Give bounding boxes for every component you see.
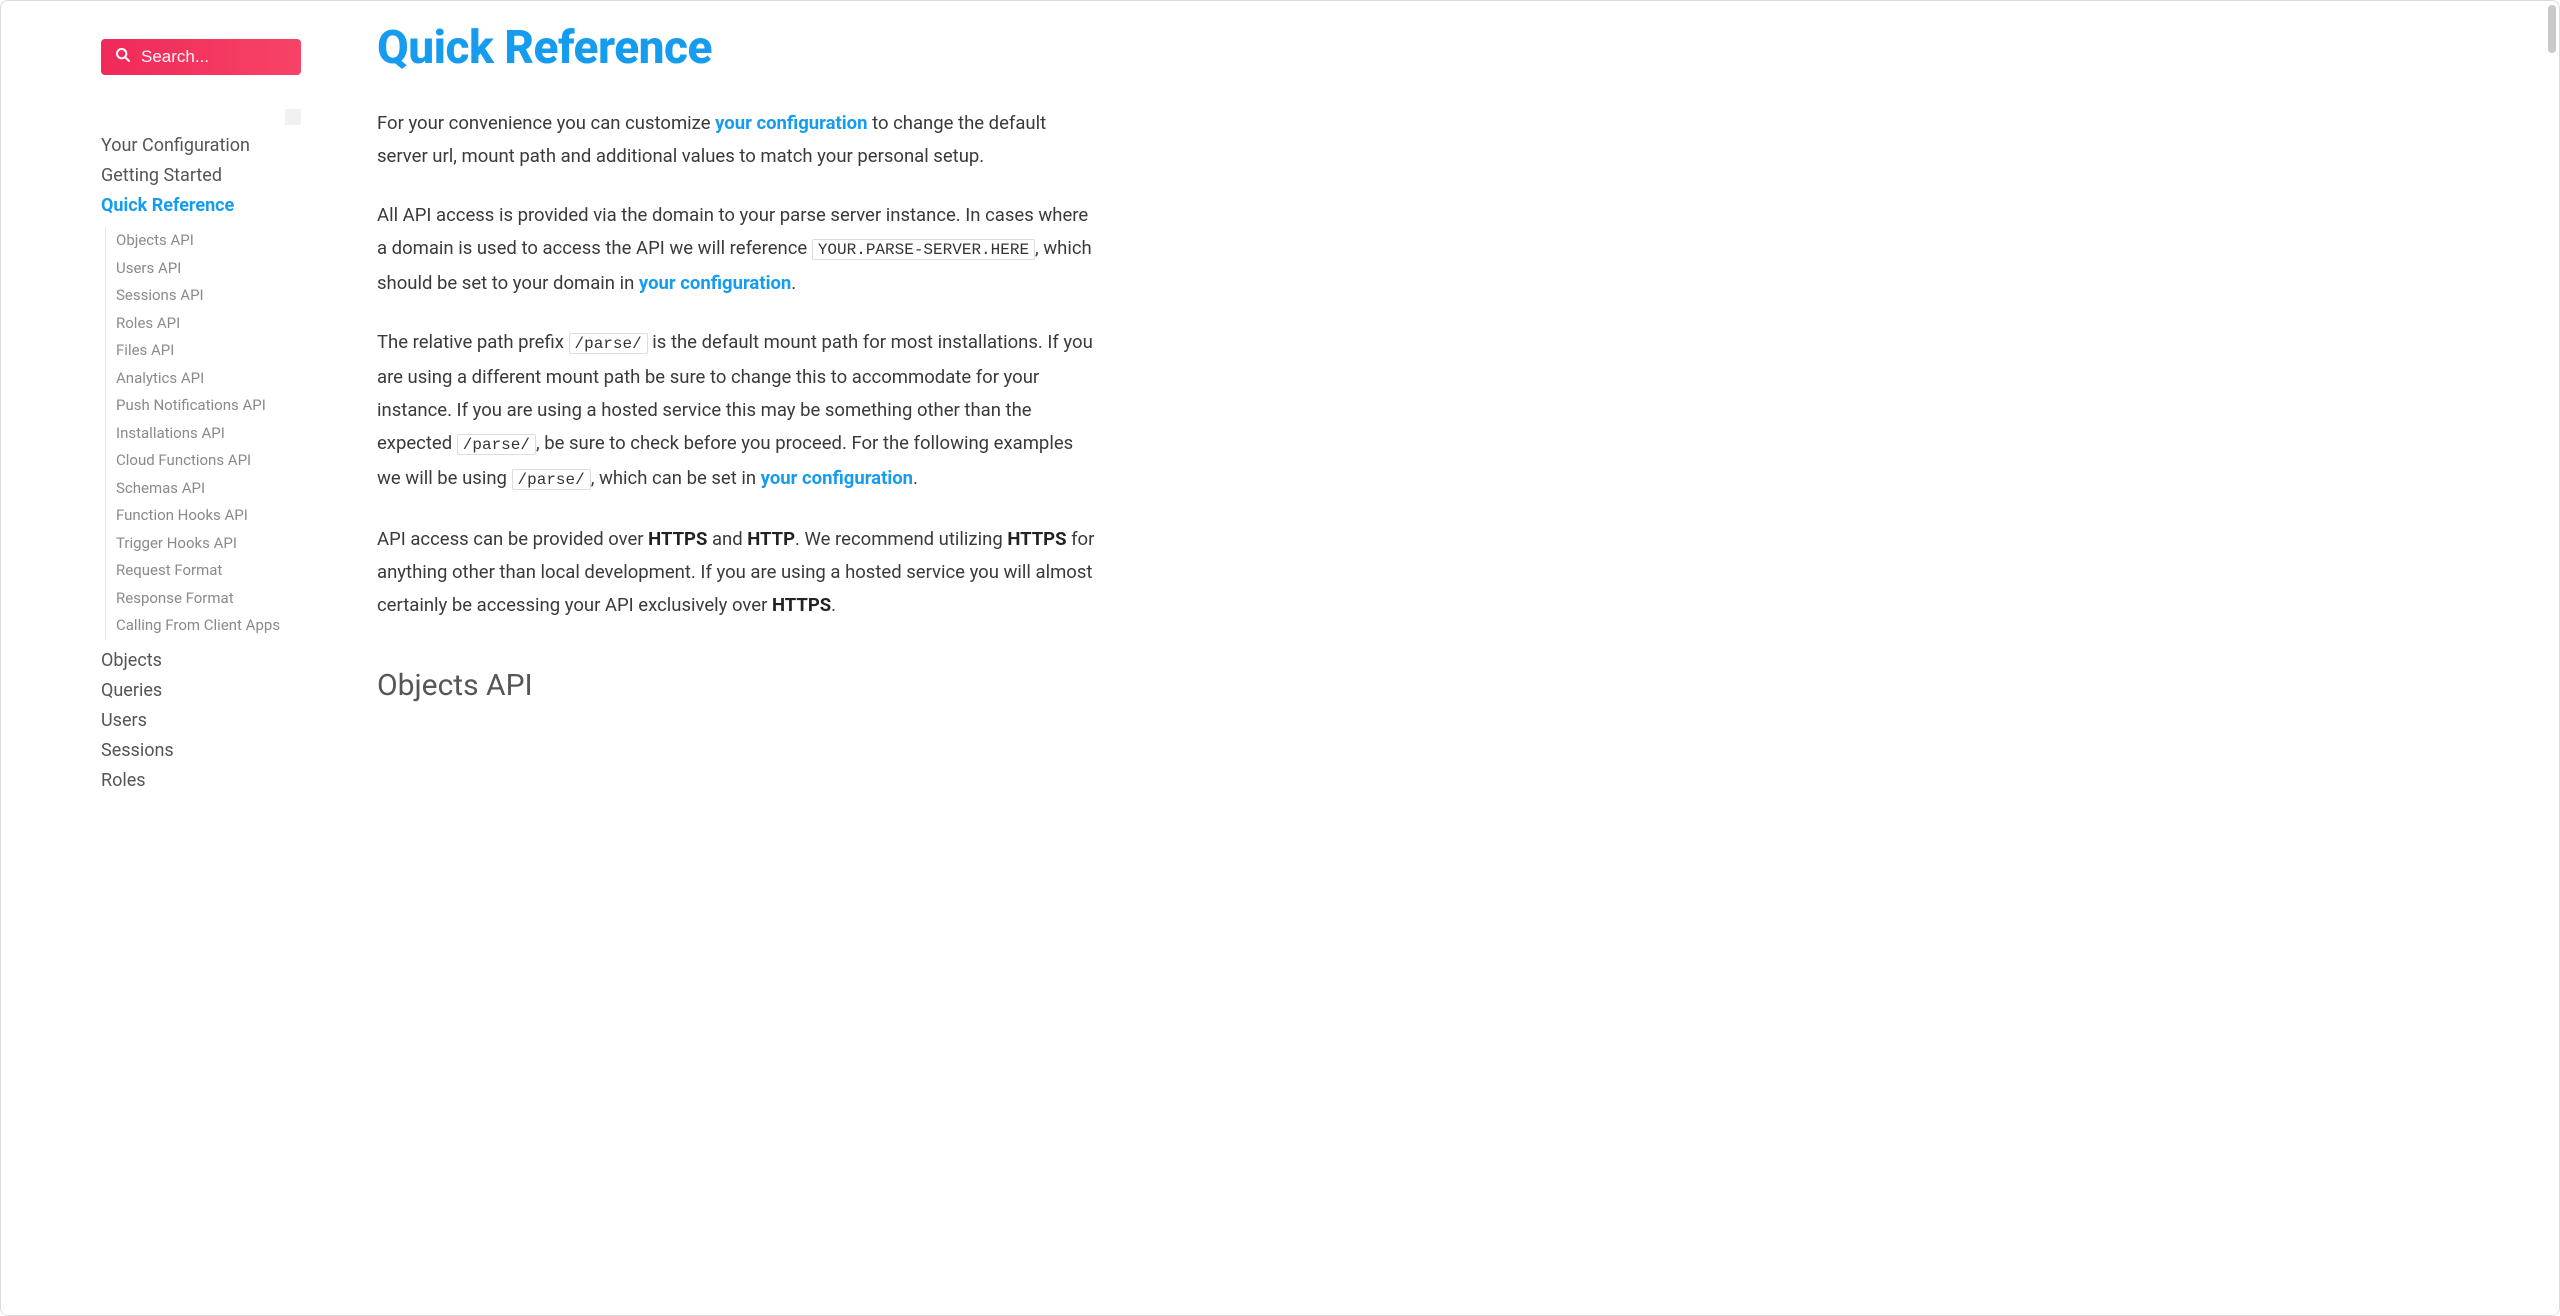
sidebar: Your Configuration Getting Started Quick… — [1, 1, 321, 1315]
code-parse-path-3: /parse/ — [512, 469, 591, 490]
nav-sub-cloud-functions-api[interactable]: Cloud Functions API — [116, 447, 301, 475]
nav-quick-reference-children: Objects API Users API Sessions API Roles… — [105, 227, 301, 640]
text: . — [831, 594, 836, 616]
link-your-configuration-1[interactable]: your configuration — [715, 112, 867, 134]
text: The relative path prefix — [377, 331, 569, 353]
search-input[interactable] — [141, 47, 287, 67]
text: and — [707, 528, 747, 550]
scrollbar-thumb[interactable] — [2548, 5, 2556, 53]
app-frame: Your Configuration Getting Started Quick… — [0, 0, 2560, 1316]
nav-sub-push-notifications-api[interactable]: Push Notifications API — [116, 392, 301, 420]
link-your-configuration-2[interactable]: your configuration — [639, 272, 791, 294]
text: . — [913, 467, 918, 489]
nav-sub-files-api[interactable]: Files API — [116, 337, 301, 365]
nav-users[interactable]: Users — [101, 706, 301, 736]
scrollbar-track[interactable] — [2545, 1, 2559, 1315]
nav-sub-objects-api[interactable]: Objects API — [116, 227, 301, 255]
intro-paragraph-1: For your convenience you can customize y… — [377, 107, 1097, 173]
text: For your convenience you can customize — [377, 112, 715, 134]
text: , which can be set in — [591, 467, 761, 489]
code-parse-path-1: /parse/ — [569, 333, 648, 354]
link-your-configuration-3[interactable]: your configuration — [761, 467, 913, 489]
nav-sessions[interactable]: Sessions — [101, 736, 301, 766]
main-content: Quick Reference For your convenience you… — [321, 1, 1221, 1315]
text: . — [791, 272, 796, 294]
nav-sub-sessions-api[interactable]: Sessions API — [116, 282, 301, 310]
nav-sub-request-format[interactable]: Request Format — [116, 557, 301, 585]
search-box[interactable] — [101, 39, 301, 75]
nav-your-configuration[interactable]: Your Configuration — [101, 131, 301, 161]
bold-http: HTTP — [747, 528, 795, 550]
bold-https-1: HTTPS — [648, 528, 707, 550]
nav-sub-calling-from-client-apps[interactable]: Calling From Client Apps — [116, 612, 301, 640]
nav-objects[interactable]: Objects — [101, 646, 301, 676]
code-parse-path-2: /parse/ — [457, 434, 536, 455]
nav-sub-users-api[interactable]: Users API — [116, 255, 301, 283]
nav-sub-response-format[interactable]: Response Format — [116, 585, 301, 613]
layout: Your Configuration Getting Started Quick… — [1, 1, 2559, 1315]
text: API access can be provided over — [377, 528, 648, 550]
nav-sub-roles-api[interactable]: Roles API — [116, 310, 301, 338]
nav-sub-trigger-hooks-api[interactable]: Trigger Hooks API — [116, 530, 301, 558]
page-title: Quick Reference — [377, 21, 1181, 75]
bold-https-2: HTTPS — [1007, 528, 1066, 550]
nav-sub-installations-api[interactable]: Installations API — [116, 420, 301, 448]
nav-sub-schemas-api[interactable]: Schemas API — [116, 475, 301, 503]
intro-paragraph-3: The relative path prefix /parse/ is the … — [377, 326, 1097, 497]
nav-section-marker — [285, 109, 301, 125]
nav-sub-function-hooks-api[interactable]: Function Hooks API — [116, 502, 301, 530]
text: . We recommend utilizing — [795, 528, 1007, 550]
nav-sub-analytics-api[interactable]: Analytics API — [116, 365, 301, 393]
section-title-objects-api: Objects API — [377, 668, 1181, 703]
nav-quick-reference-sub-wrapper: Objects API Users API Sessions API Roles… — [101, 227, 301, 640]
bold-https-3: HTTPS — [772, 594, 831, 616]
intro-paragraph-4: API access can be provided over HTTPS an… — [377, 523, 1097, 622]
nav-queries[interactable]: Queries — [101, 676, 301, 706]
nav-quick-reference[interactable]: Quick Reference — [101, 191, 301, 221]
code-server-placeholder: YOUR.PARSE-SERVER.HERE — [812, 239, 1035, 260]
intro-paragraph-2: All API access is provided via the domai… — [377, 199, 1097, 300]
nav-roles[interactable]: Roles — [101, 766, 301, 796]
nav-getting-started[interactable]: Getting Started — [101, 161, 301, 191]
sidebar-nav: Your Configuration Getting Started Quick… — [101, 131, 301, 796]
search-icon — [115, 47, 131, 67]
